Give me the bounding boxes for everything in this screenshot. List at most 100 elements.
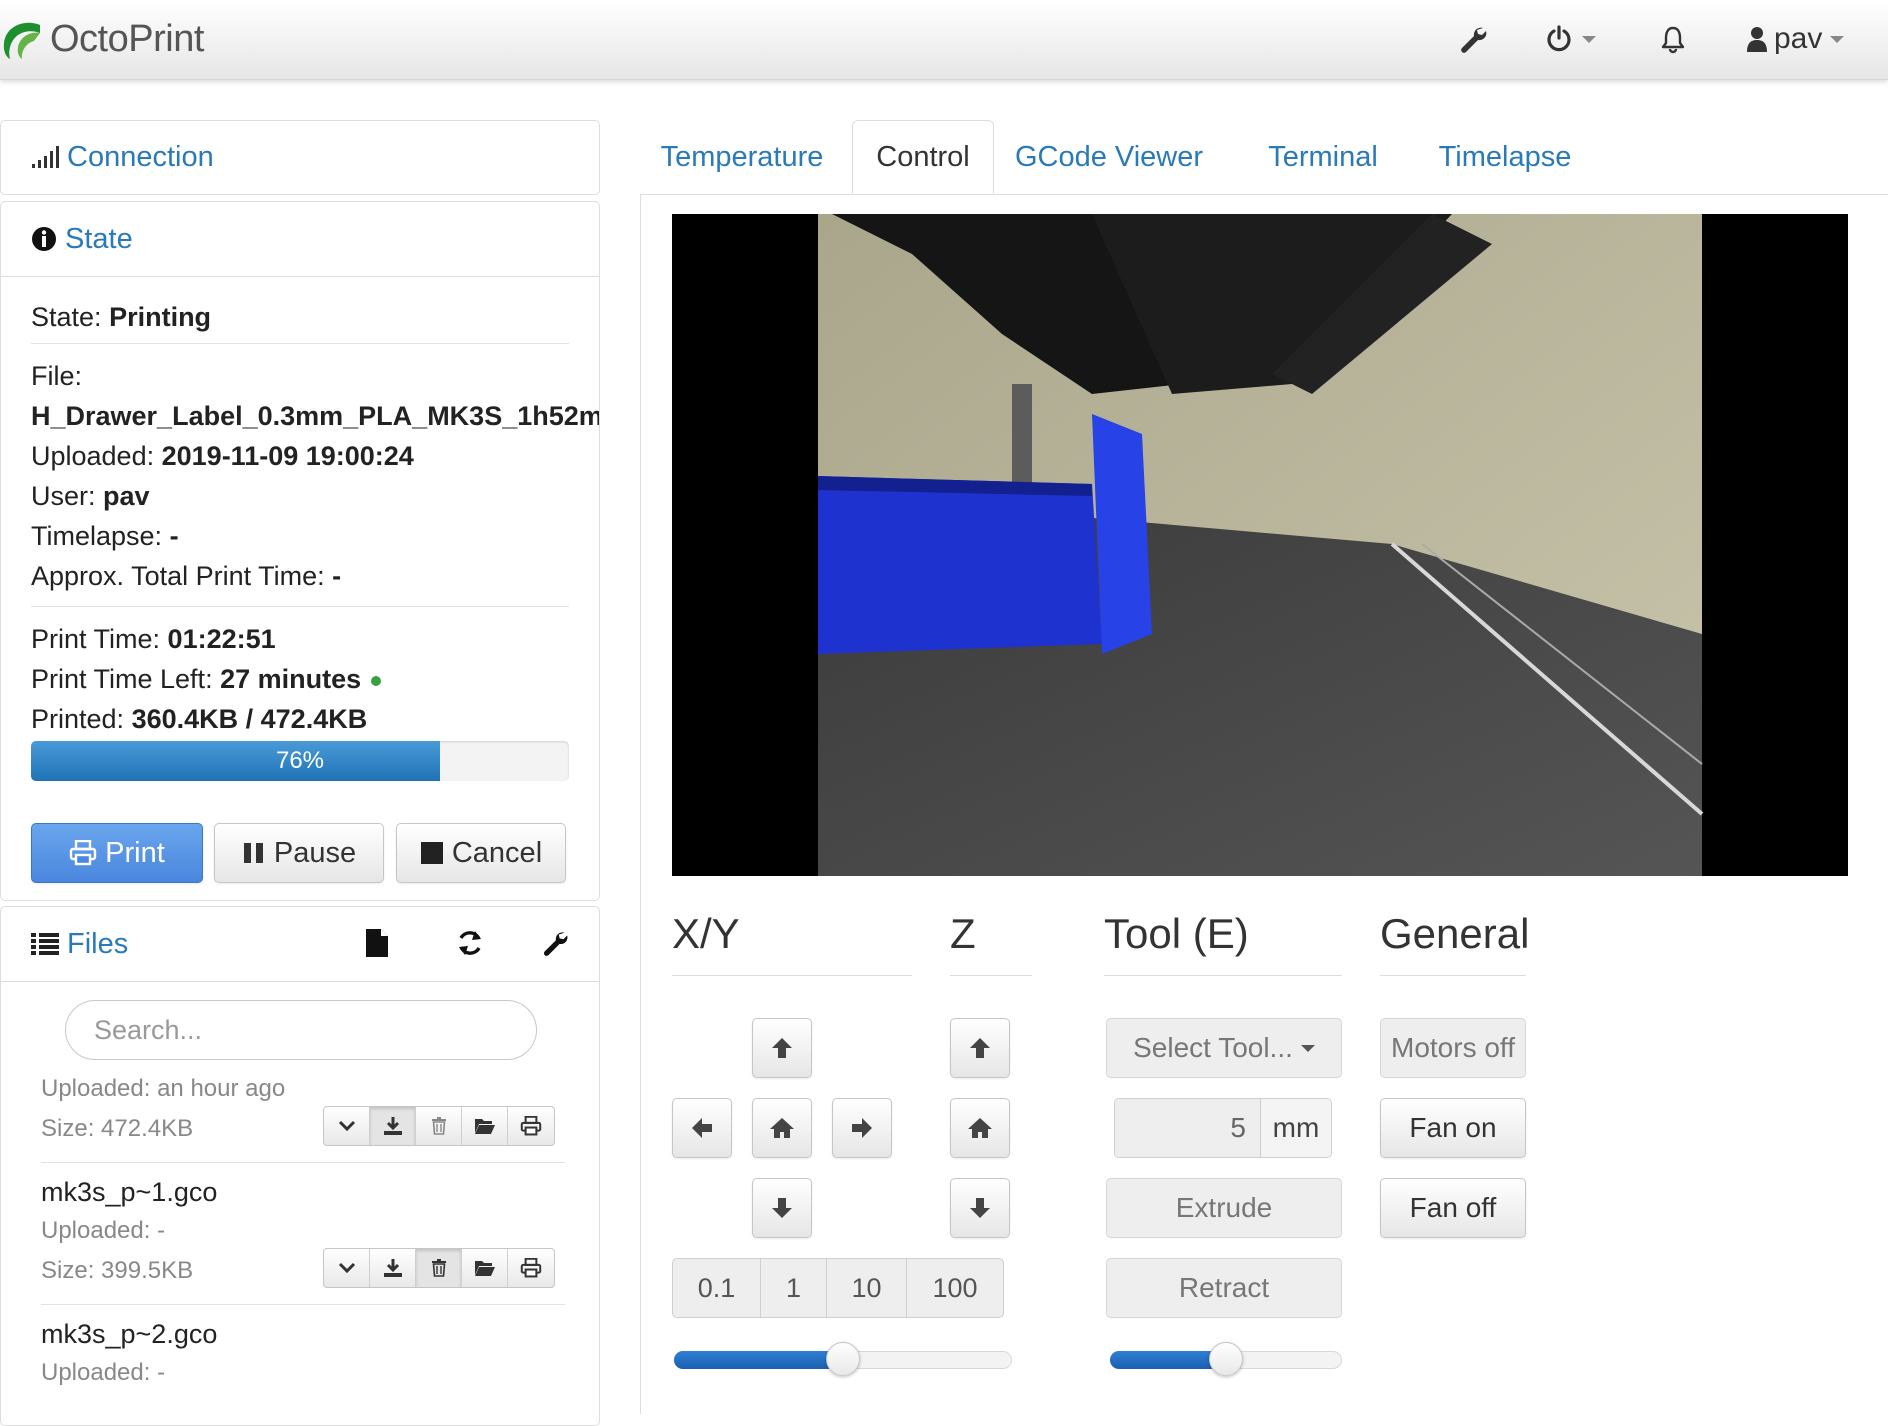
chevron-down-icon (1830, 35, 1845, 43)
state-header[interactable]: State (1, 202, 599, 276)
slider-handle[interactable] (1209, 1342, 1243, 1376)
tool-title: Tool (E) (1104, 910, 1249, 957)
notifications-button[interactable] (1658, 16, 1688, 62)
info-icon (31, 226, 57, 252)
file-name[interactable]: mk3s_p~2.gco (41, 1319, 217, 1350)
print-button[interactable]: Print (31, 823, 203, 883)
select-tool-dropdown[interactable]: Select Tool... (1106, 1018, 1342, 1078)
pause-button[interactable]: Pause (214, 823, 384, 883)
jog-y-minus-button[interactable] (752, 1178, 812, 1238)
tab-control[interactable]: Control (852, 120, 994, 194)
expand-button[interactable] (324, 1249, 370, 1287)
file-actions (323, 1248, 555, 1288)
load-and-print-button[interactable] (508, 1107, 554, 1145)
chevron-down-icon (1582, 35, 1596, 43)
printed-line: Printed: 360.4KB / 472.4KB (31, 704, 368, 734)
chevron-down-icon (338, 1262, 355, 1274)
jog-step-selector: 0.1 1 10 100 (672, 1258, 1004, 1318)
system-menu-button[interactable] (1544, 16, 1596, 62)
files-header[interactable]: Files (1, 907, 599, 981)
power-icon (1544, 16, 1574, 62)
flowrate-slider[interactable] (1110, 1342, 1342, 1376)
timelapse-line: Timelapse: - (31, 521, 179, 551)
feedrate-slider[interactable] (674, 1342, 1012, 1376)
download-button[interactable] (370, 1107, 416, 1145)
arrow-up-icon (772, 1038, 792, 1058)
general-title: General (1380, 910, 1530, 957)
arrow-down-icon (772, 1198, 792, 1218)
step-10-button[interactable]: 10 (827, 1259, 907, 1317)
file-icon (366, 929, 388, 957)
files-settings-button[interactable] (541, 907, 569, 979)
home-xy-button[interactable] (752, 1098, 812, 1158)
file-name[interactable]: mk3s_p~1.gco (41, 1177, 217, 1208)
retract-button[interactable]: Retract (1106, 1258, 1342, 1318)
jog-y-plus-button[interactable] (752, 1018, 812, 1078)
arrow-up-icon (970, 1038, 990, 1058)
fan-on-button[interactable]: Fan on (1380, 1098, 1526, 1158)
approx-time-line: Approx. Total Print Time: - (31, 561, 342, 591)
print-label: Print (105, 836, 165, 869)
settings-button[interactable] (1458, 16, 1488, 62)
file-label: File: (31, 361, 83, 391)
download-icon (383, 1259, 402, 1277)
tab-timelapse[interactable]: Timelapse (1420, 120, 1590, 194)
navbar: OctoPrint pav (0, 0, 1888, 80)
home-z-button[interactable] (950, 1098, 1010, 1158)
expand-button[interactable] (324, 1107, 370, 1145)
wrench-icon (1458, 16, 1488, 62)
delete-button[interactable] (416, 1107, 462, 1145)
step-100-button[interactable]: 100 (907, 1259, 1003, 1317)
print-progress-bar: 76% (31, 741, 569, 781)
delete-button[interactable] (416, 1249, 462, 1287)
jog-z-minus-button[interactable] (950, 1178, 1010, 1238)
load-button[interactable] (462, 1107, 508, 1145)
wrench-icon (543, 932, 568, 956)
step-0-1-button[interactable]: 0.1 (673, 1259, 761, 1317)
user-menu-button[interactable]: pav (1746, 16, 1845, 62)
fan-off-button[interactable]: Fan off (1380, 1178, 1526, 1238)
files-panel: Files Search... Uploaded: an hour ago Si… (0, 906, 600, 1426)
extrude-amount-value[interactable]: 5 (1115, 1099, 1261, 1157)
print-time-line: Print Time: 01:22:51 (31, 624, 276, 654)
motors-off-button[interactable]: Motors off (1380, 1018, 1526, 1078)
webcam-stream (672, 214, 1848, 876)
chevron-down-icon (338, 1120, 355, 1132)
printer-icon (69, 840, 97, 866)
load-button[interactable] (462, 1249, 508, 1287)
tab-terminal[interactable]: Terminal (1252, 120, 1394, 194)
jog-x-minus-button[interactable] (672, 1098, 732, 1158)
state-title: State (65, 222, 133, 255)
tab-temperature[interactable]: Temperature (640, 120, 844, 194)
tab-gcode-viewer[interactable]: GCode Viewer (1010, 120, 1208, 194)
file-size: Size: 472.4KB (41, 1115, 194, 1142)
file-value: H_Drawer_Label_0.3mm_PLA_MK3S_1h52m.gcod… (31, 401, 599, 431)
extrude-amount-input[interactable]: 5 mm (1114, 1098, 1332, 1158)
load-and-print-button[interactable] (508, 1249, 554, 1287)
file-uploaded: Uploaded: - (41, 1359, 166, 1386)
arrow-left-icon (692, 1118, 712, 1138)
brand-name: OctoPrint (50, 17, 204, 60)
pause-icon (243, 843, 263, 863)
connection-header[interactable]: Connection (1, 121, 599, 193)
download-button[interactable] (370, 1249, 416, 1287)
extrude-button[interactable]: Extrude (1106, 1178, 1342, 1238)
cancel-button[interactable]: Cancel (396, 823, 566, 883)
brand[interactable]: OctoPrint (0, 14, 204, 64)
divider (41, 1162, 565, 1163)
new-file-button[interactable] (365, 907, 389, 979)
jog-x-plus-button[interactable] (832, 1098, 892, 1158)
xy-title: X/Y (672, 910, 740, 957)
divider (41, 1304, 565, 1305)
divider (1, 981, 599, 982)
slider-handle[interactable] (826, 1342, 860, 1376)
jog-z-plus-button[interactable] (950, 1018, 1010, 1078)
search-input[interactable]: Search... (65, 1000, 537, 1060)
list-icon (31, 932, 59, 956)
trash-icon (431, 1259, 446, 1277)
connection-panel: Connection (0, 120, 600, 195)
folder-open-icon (474, 1119, 495, 1134)
refresh-button[interactable] (455, 907, 485, 979)
files-title: Files (67, 927, 129, 960)
step-1-button[interactable]: 1 (761, 1259, 827, 1317)
